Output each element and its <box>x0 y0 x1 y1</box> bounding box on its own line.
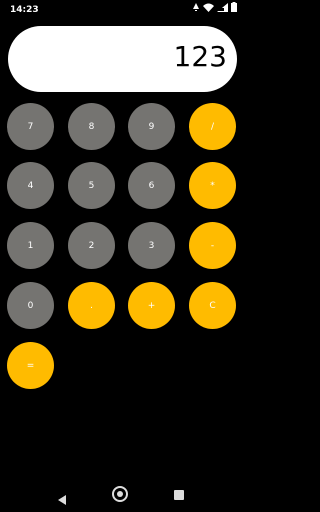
key-7[interactable]: 7 <box>7 103 54 150</box>
display-value: 123 <box>173 40 227 73</box>
signal-icon <box>217 0 228 20</box>
home-icon[interactable] <box>112 486 128 502</box>
calculator-display: 123 <box>8 26 237 92</box>
key-clear[interactable]: C <box>189 282 236 329</box>
back-icon[interactable] <box>57 490 67 509</box>
key-add[interactable]: + <box>128 282 175 329</box>
key-0[interactable]: 0 <box>7 282 54 329</box>
key-6[interactable]: 6 <box>128 162 175 209</box>
key-4[interactable]: 4 <box>7 162 54 209</box>
key-divide[interactable]: / <box>189 103 236 150</box>
status-bar: 14:23 <box>0 0 243 20</box>
key-decimal[interactable]: . <box>68 282 115 329</box>
key-subtract[interactable]: - <box>189 222 236 269</box>
key-1[interactable]: 1 <box>7 222 54 269</box>
status-icons <box>192 0 237 20</box>
notification-icon <box>192 0 200 20</box>
key-8[interactable]: 8 <box>68 103 115 150</box>
key-9[interactable]: 9 <box>128 103 175 150</box>
battery-icon <box>231 0 237 20</box>
key-2[interactable]: 2 <box>68 222 115 269</box>
key-multiply[interactable]: * <box>189 162 236 209</box>
key-3[interactable]: 3 <box>128 222 175 269</box>
key-equals[interactable]: = <box>7 342 54 389</box>
wifi-icon <box>203 0 214 20</box>
key-5[interactable]: 5 <box>68 162 115 209</box>
recents-icon[interactable] <box>174 490 184 500</box>
status-time: 14:23 <box>10 5 39 15</box>
